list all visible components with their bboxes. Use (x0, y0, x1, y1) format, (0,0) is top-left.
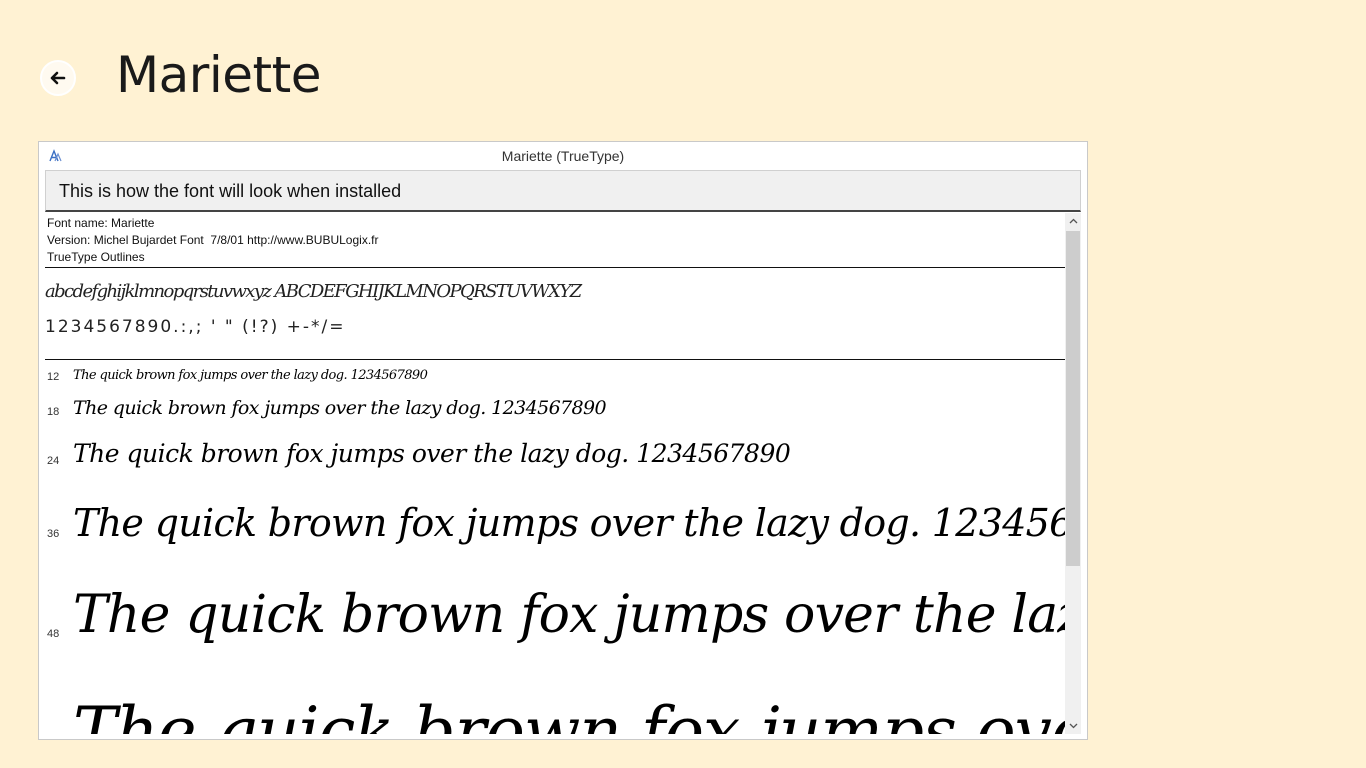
font-info: Font name: Mariette Version: Michel Buja… (47, 215, 379, 266)
window-title: Mariette (TrueType) (501, 148, 625, 164)
sample-text: The quick brown fox jumps over the lazy … (73, 397, 607, 419)
divider (45, 267, 1065, 268)
scroll-up-button[interactable] (1065, 213, 1081, 229)
font-type: TrueType Outlines (47, 250, 145, 264)
sample-size: 48 (47, 628, 60, 640)
charset-digits: 1234567890.:,; ' " (!?) +-*/= (45, 317, 346, 337)
font-name: Font name: Mariette (47, 216, 155, 230)
sample-size: 18 (47, 406, 60, 418)
chevron-down-icon (1069, 723, 1077, 729)
vertical-scrollbar[interactable] (1065, 213, 1081, 734)
scroll-down-button[interactable] (1065, 718, 1081, 734)
font-app-icon (49, 149, 62, 162)
install-banner: This is how the font will look when inst… (45, 170, 1081, 212)
sample-text: The quick brown fox jumps over the lazy … (73, 439, 791, 468)
window-titlebar: Mariette (TrueType) (39, 142, 1087, 170)
sample-size: 36 (47, 528, 60, 540)
sample-text: The quick brown fox jumps over the lazy … (73, 368, 428, 383)
sample-text: The quick brown fox jumps over the lazy … (73, 501, 1081, 545)
font-preview-area: Font name: Mariette Version: Michel Buja… (45, 213, 1081, 734)
page-title: Mariette (116, 46, 321, 104)
scroll-thumb[interactable] (1066, 231, 1080, 566)
font-version: Version: Michel Bujardet Font 7/8/01 htt… (47, 233, 379, 247)
chevron-up-icon (1069, 218, 1077, 224)
sample-text: The quick brown fox jumps over the lazy … (73, 693, 1081, 734)
sample-text: The quick brown fox jumps over the lazy … (73, 585, 1081, 645)
divider (45, 359, 1065, 360)
sample-size: 12 (47, 371, 60, 383)
font-preview-window: Mariette (TrueType) This is how the font… (38, 141, 1088, 740)
back-button[interactable] (40, 60, 76, 96)
charset-letters: abcdefghijklmnopqrstuvwxyz ABCDEFGHIJKLM… (45, 281, 582, 302)
back-arrow-icon (50, 71, 66, 85)
sample-size: 24 (47, 455, 60, 467)
